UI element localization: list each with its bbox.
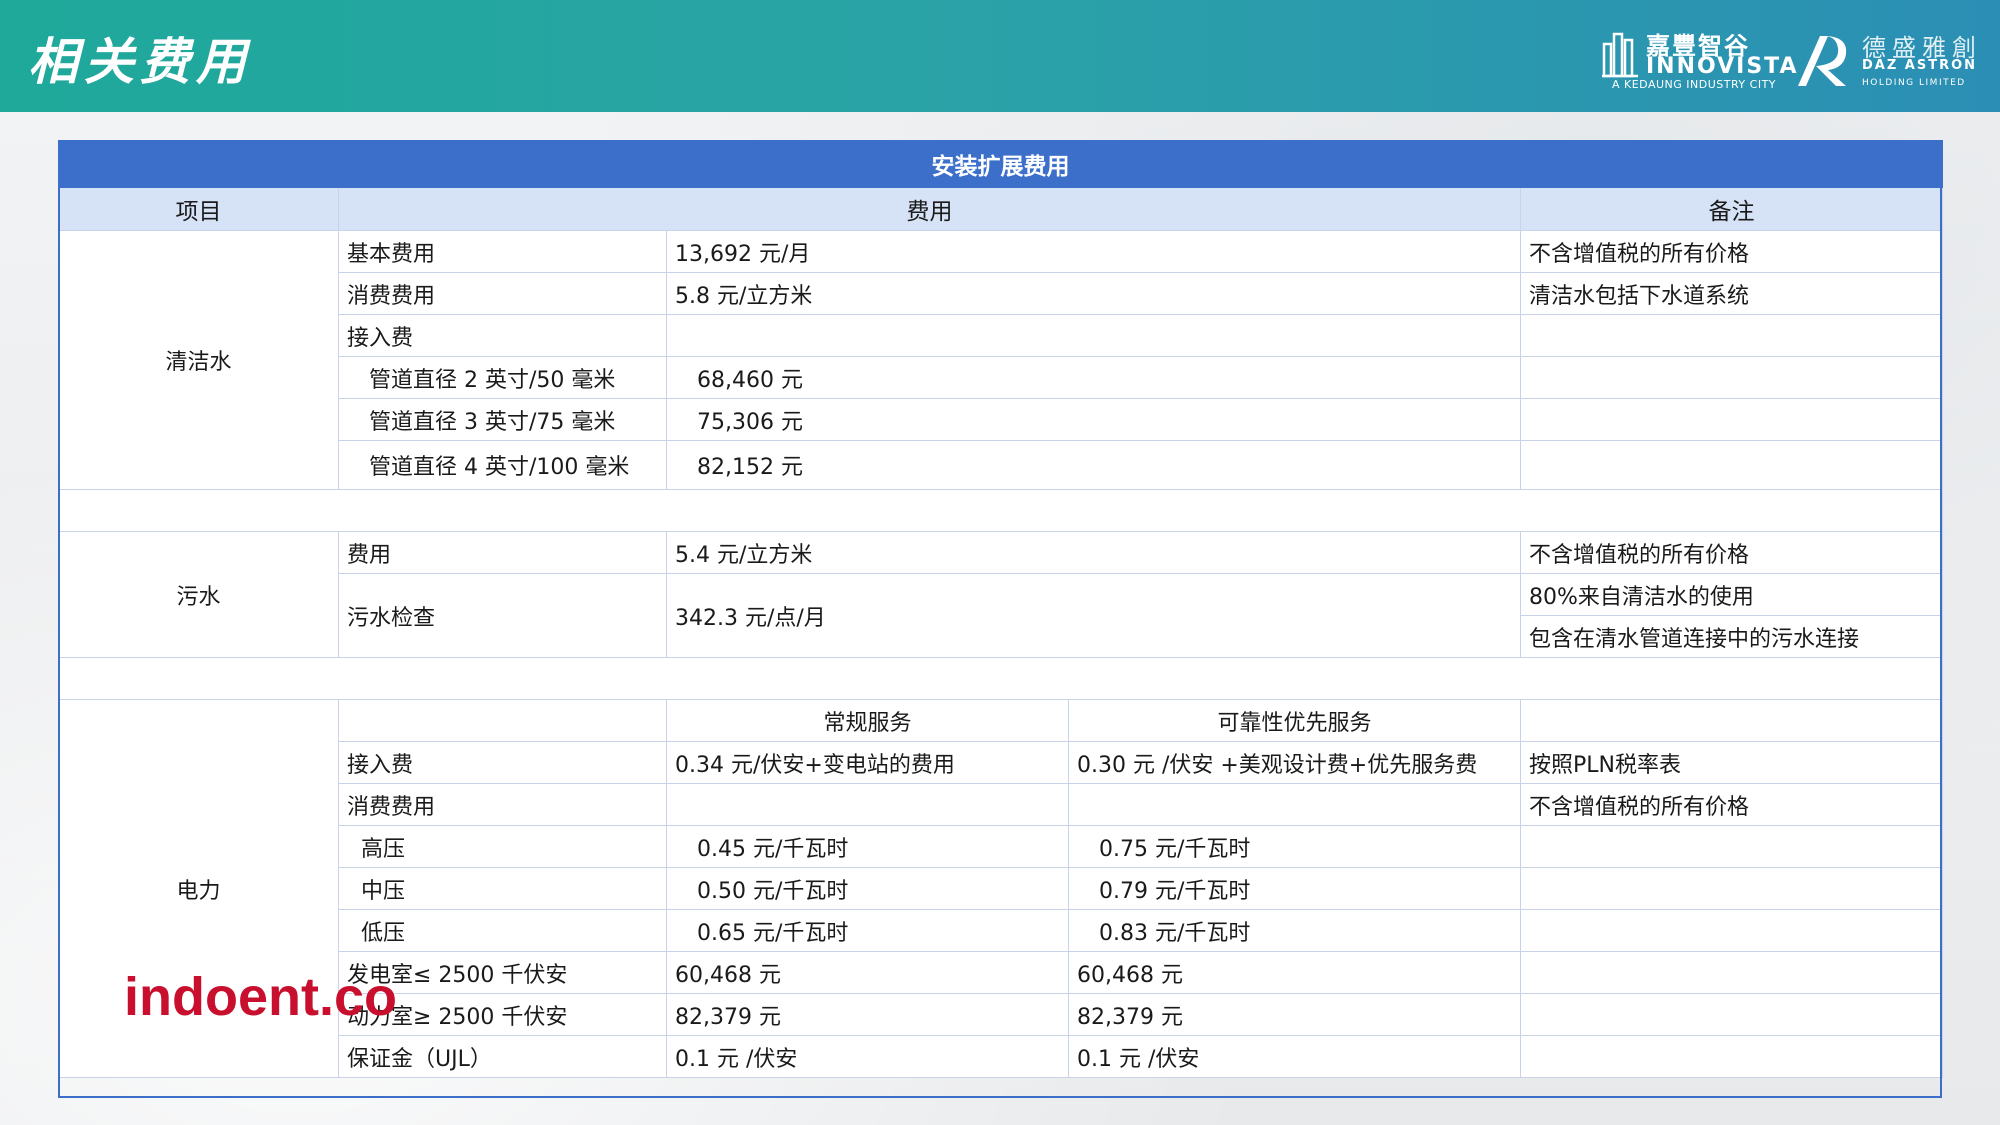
power-subheader-row: 电力 常规服务 可靠性优先服务 [58,699,1943,1078]
row-note [1520,993,1943,1036]
row-note [1520,909,1943,952]
header-note: 备注 [1520,187,1943,231]
row-regular: 82,379 元 [666,993,1069,1036]
table-row: 污水检查 342.3 元/点/月 80%来自清洁水的使用 [59,573,1943,658]
row-label: 接入费 [338,314,667,357]
row-note [1520,825,1943,868]
page-title: 相关费用 [28,33,252,91]
fees-table: 安装扩展费用 项目 费用 备注 清洁水 基本费用 13,692 元/月 不含增值… [58,140,1943,1078]
row-label: 基本费用 [338,230,667,273]
row-note [1520,314,1943,357]
row-note [1520,699,1943,742]
table-row: 消费费用 5.8 元/立方米 清洁水包括下水道系统 [59,272,1943,315]
row-value: 75,306 元 [666,398,1521,441]
row-value [666,314,1521,357]
table-header-row: 项目 费用 备注 [58,187,1943,231]
row-note [1520,1035,1943,1078]
table-caption-row: 安装扩展费用 [58,140,1943,188]
row-label: 管道直径 2 英寸/50 毫米 [338,356,667,399]
row-regular: 0.50 元/千瓦时 [666,867,1069,910]
header-fee: 费用 [338,187,1521,231]
row-priority: 0.1 元 /伏安 [1068,1035,1521,1078]
row-value: 82,152 元 [666,440,1521,490]
row-regular: 60,468 元 [666,951,1069,994]
table-row: 接入费 [59,314,1943,357]
table-row: 消费费用 不含增值税的所有价格 [59,783,1943,826]
row-regular: 0.45 元/千瓦时 [666,825,1069,868]
row-note: 按照PLN税率表 [1520,741,1943,784]
table-row: 管道直径 4 英寸/100 毫米 82,152 元 [59,440,1943,490]
row-priority: 60,468 元 [1068,951,1521,994]
table-row: 保证金（UJL） 0.1 元 /伏安 0.1 元 /伏安 [59,1035,1943,1078]
innovista-logo: 嘉豐智谷 INNOVISTA A KEDAUNG INDUSTRY CITY [1602,26,1797,92]
row-label: 污水检查 [338,573,667,658]
row-label: 中压 [338,867,667,910]
row-priority: 82,379 元 [1068,993,1521,1036]
category-sewage: 污水 [58,531,339,658]
category-water: 清洁水 [58,230,339,490]
table-row: 管道直径 2 英寸/50 毫米 68,460 元 [59,356,1943,399]
row-value: 5.8 元/立方米 [666,272,1521,315]
row-regular: 0.1 元 /伏安 [666,1035,1069,1078]
row-value: 342.3 元/点/月 [666,573,1521,658]
row-note: 不含增值税的所有价格 [1520,531,1943,574]
table-row: 污水 费用 5.4 元/立方米 不含增值税的所有价格 [58,531,1943,658]
daz-astron-logo-en: DAZ ASTRON [1862,58,1978,73]
row-value: 13,692 元/月 [666,230,1521,273]
table-row: 中压 0.50 元/千瓦时 0.79 元/千瓦时 [59,867,1943,910]
row-note: 80%来自清洁水的使用 [1520,573,1943,616]
row-regular: 0.65 元/千瓦时 [666,909,1069,952]
spacer-row [58,657,1943,700]
row-priority: 0.79 元/千瓦时 [1068,867,1521,910]
row-priority: 0.75 元/千瓦时 [1068,825,1521,868]
row-priority [1068,783,1521,826]
header-item: 项目 [58,187,339,231]
row-note: 不含增值税的所有价格 [1520,783,1943,826]
building-icon [1602,32,1638,78]
table-row: 清洁水 基本费用 13,692 元/月 不含增值税的所有价格 [58,230,1943,490]
row-label: 消费费用 [338,783,667,826]
row-label: 消费费用 [338,272,667,315]
row-note [1520,951,1943,994]
subheader-priority: 可靠性优先服务 [1068,699,1521,742]
daz-astron-mark-icon [1798,36,1847,86]
row-label: 高压 [338,825,667,868]
row-note: 包含在清水管道连接中的污水连接 [1520,615,1943,658]
table-row: 高压 0.45 元/千瓦时 0.75 元/千瓦时 [59,825,1943,868]
row-note [1520,356,1943,399]
row-label: 费用 [338,531,667,574]
row-label: 保证金（UJL） [338,1035,667,1078]
table-caption: 安装扩展费用 [58,140,1943,188]
row-note: 清洁水包括下水道系统 [1520,272,1943,315]
row-note [1520,398,1943,441]
header-bar: 相关费用 嘉豐智谷 INNOVISTA A KEDAUNG INDUSTRY C… [0,0,2000,112]
table-row: 低压 0.65 元/千瓦时 0.83 元/千瓦时 [59,909,1943,952]
row-note: 不含增值税的所有价格 [1520,230,1943,273]
table-row: 管道直径 3 英寸/75 毫米 75,306 元 [59,398,1943,441]
row-label: 低压 [338,909,667,952]
spacer-row [58,489,1943,532]
row-label: 管道直径 4 英寸/100 毫米 [338,440,667,490]
subheader-regular: 常规服务 [666,699,1069,742]
row-label [338,699,667,742]
row-regular [666,783,1069,826]
innovista-logo-tagline: A KEDAUNG INDUSTRY CITY [1612,78,1777,91]
row-note [1520,440,1943,490]
row-regular: 0.34 元/伏安+变电站的费用 [666,741,1069,784]
row-priority: 0.83 元/千瓦时 [1068,909,1521,952]
row-note [1520,867,1943,910]
row-label: 接入费 [338,741,667,784]
watermark: indoent.co [124,967,397,1027]
daz-astron-logo-sub: HOLDING LIMITED [1862,78,1966,88]
table-row: 接入费 0.34 元/伏安+变电站的费用 0.30 元 /伏安 +美观设计费+优… [59,741,1943,784]
row-label: 管道直径 3 英寸/75 毫米 [338,398,667,441]
innovista-logo-en: INNOVISTA [1646,54,1799,79]
daz-astron-logo: 德盛雅創 DAZ ASTRON HOLDING LIMITED [1794,24,1984,94]
row-value: 68,460 元 [666,356,1521,399]
row-value: 5.4 元/立方米 [666,531,1521,574]
row-priority: 0.30 元 /伏安 +美观设计费+优先服务费 [1068,741,1521,784]
